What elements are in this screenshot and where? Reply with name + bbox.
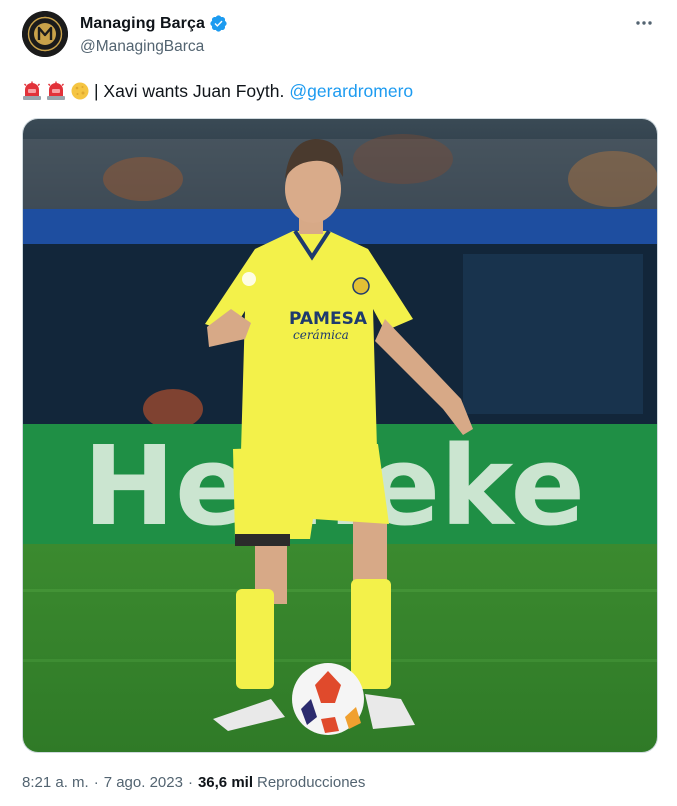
football-player-photo: Heineke PAMESA (23, 119, 657, 752)
meta-separator: · (93, 774, 99, 791)
football-ball (292, 663, 364, 735)
tweet-photo[interactable]: Heineke PAMESA (22, 118, 658, 753)
tweet-text: | Xavi wants Juan Foyth. @gerardromero (22, 79, 413, 103)
display-name[interactable]: Managing Barça (80, 15, 205, 33)
author-handle[interactable]: @ManagingBarca (80, 38, 204, 56)
police-light-emoji (46, 81, 66, 101)
more-options-icon[interactable] (633, 12, 655, 34)
author-name-row[interactable]: Managing Barça (80, 14, 228, 33)
avatar[interactable] (22, 11, 68, 57)
managing-barca-logo (22, 11, 68, 57)
svg-text:cerámica: cerámica (293, 328, 349, 342)
tweet-meta: 8:21 a. m. · 7 ago. 2023 · 36,6 mil Repr… (22, 774, 365, 791)
views-label[interactable]: Reproducciones (257, 774, 365, 791)
svg-text:PAMESA: PAMESA (289, 309, 368, 329)
meta-separator: · (187, 774, 193, 791)
tweet-body-text: | Xavi wants Juan Foyth. (94, 81, 285, 101)
tweet-date[interactable]: 7 ago. 2023 (104, 774, 183, 791)
verified-badge-icon[interactable] (209, 14, 228, 33)
mention-link[interactable]: @gerardromero (289, 79, 413, 103)
police-light-emoji (22, 81, 42, 101)
tweet-card[interactable]: Managing Barça @ManagingBarca | Xavi wan… (0, 0, 677, 806)
sun-emoji (70, 81, 90, 101)
tweet-time[interactable]: 8:21 a. m. (22, 774, 89, 791)
views-count[interactable]: 36,6 mil (198, 774, 253, 791)
